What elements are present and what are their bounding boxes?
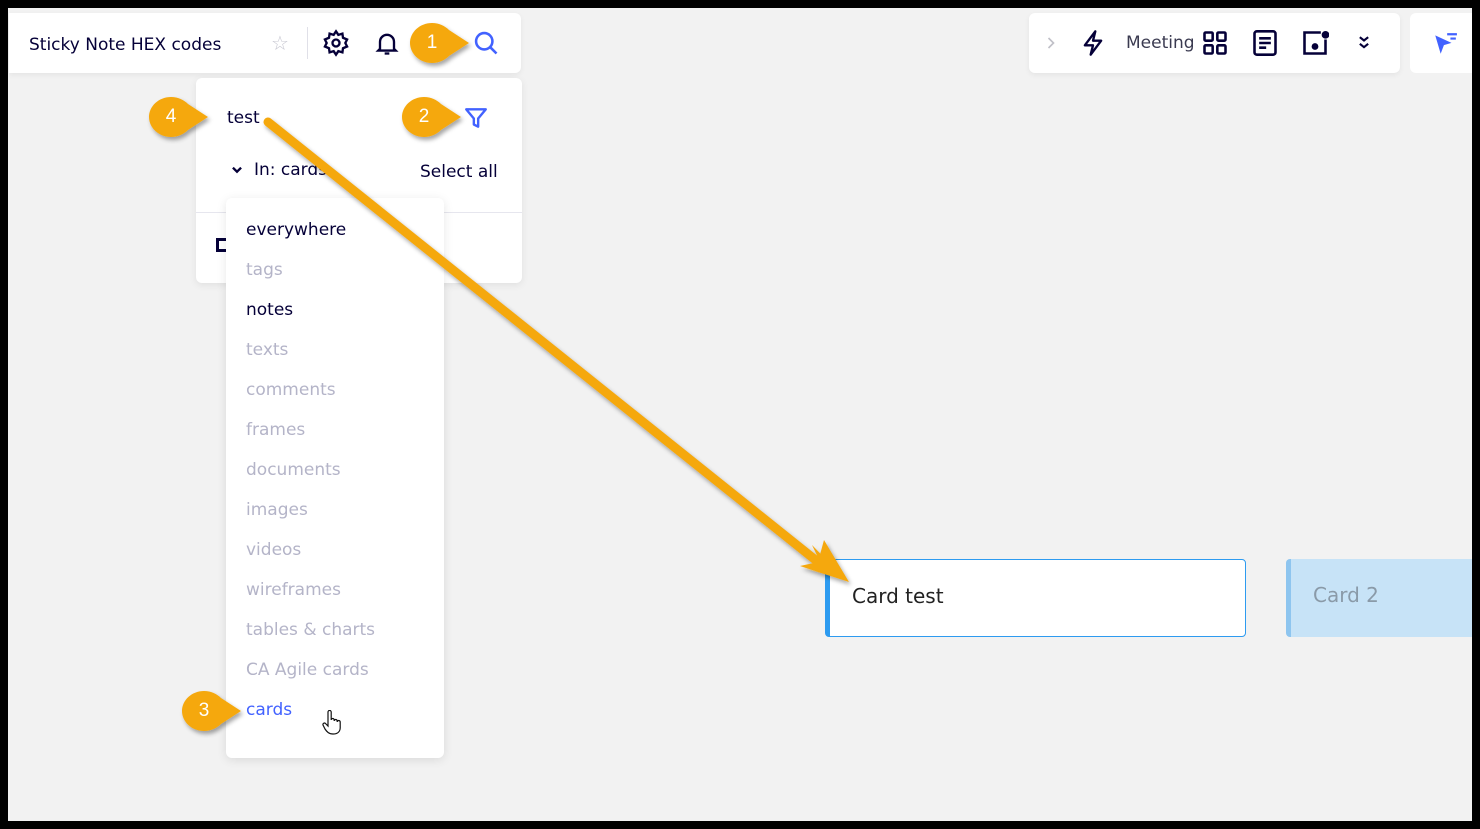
- scope-option[interactable]: tables & charts: [246, 620, 375, 640]
- callout-3: 3: [181, 690, 243, 732]
- chevron-right-icon[interactable]: [1041, 29, 1061, 57]
- callout-4: 4: [148, 96, 210, 138]
- scope-option[interactable]: comments: [246, 380, 336, 400]
- scope-label: In: cards: [254, 160, 328, 180]
- board-title[interactable]: Sticky Note HEX codes: [29, 35, 221, 55]
- scope-option[interactable]: everywhere: [246, 220, 346, 240]
- meeting-label[interactable]: Meeting: [1126, 33, 1195, 53]
- card-2[interactable]: Card 2: [1286, 559, 1472, 637]
- card-test[interactable]: Card test: [825, 559, 1246, 637]
- scope-option[interactable]: texts: [246, 340, 288, 360]
- scope-option[interactable]: CA Agile cards: [246, 660, 369, 680]
- star-icon[interactable]: ☆: [271, 31, 289, 56]
- callout-2: 2: [401, 96, 463, 138]
- collaboration-toolbar: Meeting: [1029, 13, 1400, 73]
- scope-dropdown: everywhere tags notes texts comments frames do…: [226, 198, 444, 758]
- scope-option[interactable]: cards: [246, 700, 292, 720]
- frame-icon[interactable]: [1301, 29, 1329, 57]
- card-title: Card 2: [1313, 583, 1379, 607]
- scope-option[interactable]: tags: [246, 260, 283, 280]
- filter-icon[interactable]: [463, 105, 489, 131]
- grid-icon[interactable]: [1201, 29, 1229, 57]
- result-item-icon: [216, 238, 226, 252]
- callout-1: 1: [409, 22, 471, 64]
- search-icon[interactable]: [472, 29, 500, 57]
- document-icon[interactable]: [1251, 29, 1279, 57]
- search-input[interactable]: test: [227, 108, 260, 128]
- hand-cursor-icon: [322, 710, 341, 735]
- bell-icon[interactable]: [373, 29, 401, 57]
- select-all-button[interactable]: Select all: [420, 162, 498, 182]
- chevron-down-icon: [232, 166, 242, 174]
- scope-option[interactable]: notes: [246, 300, 293, 320]
- double-chevron-down-icon[interactable]: [1354, 29, 1374, 57]
- scope-toggle[interactable]: In: cards: [230, 160, 327, 180]
- card-title: Card test: [852, 584, 944, 608]
- lightning-icon[interactable]: [1079, 29, 1107, 57]
- toolbar-divider: [307, 27, 308, 59]
- scope-option[interactable]: wireframes: [246, 580, 341, 600]
- cursor-filter-icon[interactable]: [1432, 31, 1458, 57]
- scope-option[interactable]: videos: [246, 540, 301, 560]
- scope-option[interactable]: images: [246, 500, 308, 520]
- presentation-toolbar: [1410, 13, 1472, 73]
- gear-icon[interactable]: [322, 29, 350, 57]
- scope-option[interactable]: documents: [246, 460, 341, 480]
- scope-option[interactable]: frames: [246, 420, 305, 440]
